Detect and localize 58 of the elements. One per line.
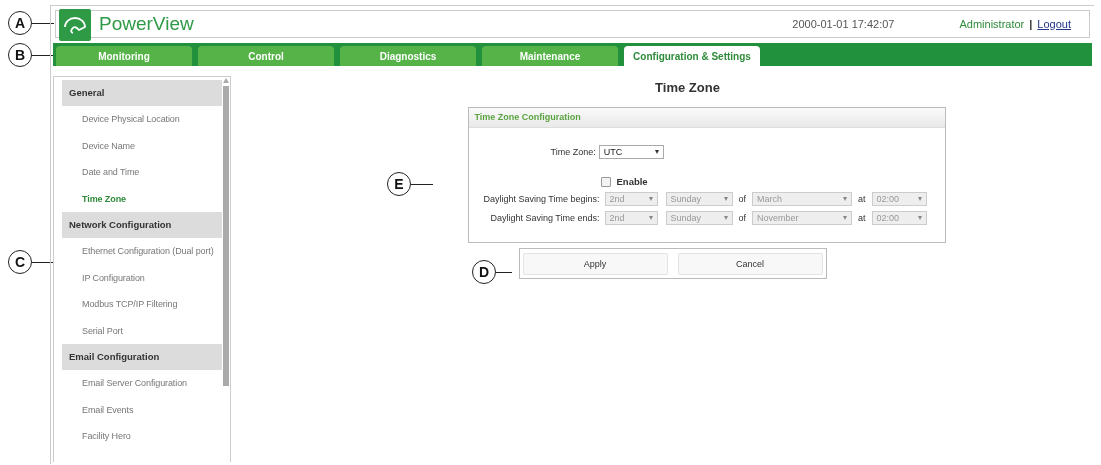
logout-link[interactable]: Logout xyxy=(1037,18,1071,30)
leader-line xyxy=(32,22,54,24)
sidebar-group-header: Email Configuration xyxy=(62,344,222,370)
checkbox-label: Enable xyxy=(616,176,648,187)
sidebar-item[interactable]: Ethernet Configuration (Dual port) xyxy=(62,238,222,265)
field-label: at xyxy=(857,194,867,204)
nav-tab[interactable]: Diagnostics xyxy=(340,46,476,66)
action-button[interactable]: Apply xyxy=(522,253,668,275)
user-name: Administrator xyxy=(959,18,1025,30)
enable-checkbox[interactable] xyxy=(600,176,611,187)
sidebar-item[interactable]: Device Name xyxy=(62,132,222,159)
caret-icon xyxy=(654,150,659,154)
sidebar-item[interactable]: Device Physical Location xyxy=(62,106,222,133)
action-button[interactable]: Cancel xyxy=(677,253,823,275)
field-label: at xyxy=(857,213,867,223)
field-label: Time Zone: xyxy=(550,147,596,157)
sidebar-item[interactable]: Email Events xyxy=(62,396,222,423)
callout-label: E xyxy=(387,172,411,196)
caret-icon xyxy=(917,197,922,201)
page-title: Time Zone xyxy=(655,80,720,95)
leader-line xyxy=(496,271,512,273)
nav-tab[interactable]: Control xyxy=(198,46,334,66)
caret-icon xyxy=(843,197,847,201)
leader-line xyxy=(32,261,54,263)
caret-icon xyxy=(843,216,847,220)
callout-label: A xyxy=(8,11,32,35)
nav-tab[interactable]: Monitoring xyxy=(56,46,192,66)
sidebar-group-header: Network Configuration xyxy=(62,212,222,238)
sidebar-item[interactable]: IP Configuration xyxy=(62,264,222,291)
nav-tab[interactable]: Configuration & Settings xyxy=(624,46,760,66)
separator: | xyxy=(1029,18,1033,30)
gauge-logo-icon xyxy=(59,9,91,41)
field-label: Daylight Saving Time ends: xyxy=(489,213,600,223)
time-zone-dropdown[interactable]: UTC xyxy=(598,145,664,159)
caret-icon xyxy=(648,216,653,220)
scroll-up-arrow-icon[interactable] xyxy=(223,78,229,83)
field-label: of xyxy=(737,194,747,204)
sidebar-item[interactable]: Serial Port xyxy=(62,317,222,344)
callout-label: B xyxy=(8,43,32,67)
callout-label: D xyxy=(472,260,496,284)
sidebar-item[interactable]: Modbus TCP/IP Filtering xyxy=(62,291,222,318)
nav-tab[interactable]: Maintenance xyxy=(482,46,618,66)
sidebar-item[interactable]: Time Zone xyxy=(62,185,222,212)
caret-icon xyxy=(648,197,653,201)
panel-header: Time Zone Configuration xyxy=(468,108,945,128)
leader-line xyxy=(411,183,433,185)
sidebar-item[interactable]: Email Server Configuration xyxy=(62,370,222,397)
caret-icon xyxy=(917,216,922,220)
sidebar-group-header: General xyxy=(62,80,222,106)
date-time: 2000-01-01 17:42:07 xyxy=(792,18,895,30)
sidebar-item[interactable]: Facility Hero xyxy=(62,423,222,450)
caret-icon xyxy=(723,197,728,201)
sidebar-item[interactable]: Date and Time xyxy=(62,159,222,186)
field-label: Daylight Saving Time begins: xyxy=(482,194,600,204)
app-name: PowerView xyxy=(99,13,194,35)
field-label: of xyxy=(737,213,747,223)
callout-label: C xyxy=(8,250,32,274)
caret-icon xyxy=(723,216,728,220)
